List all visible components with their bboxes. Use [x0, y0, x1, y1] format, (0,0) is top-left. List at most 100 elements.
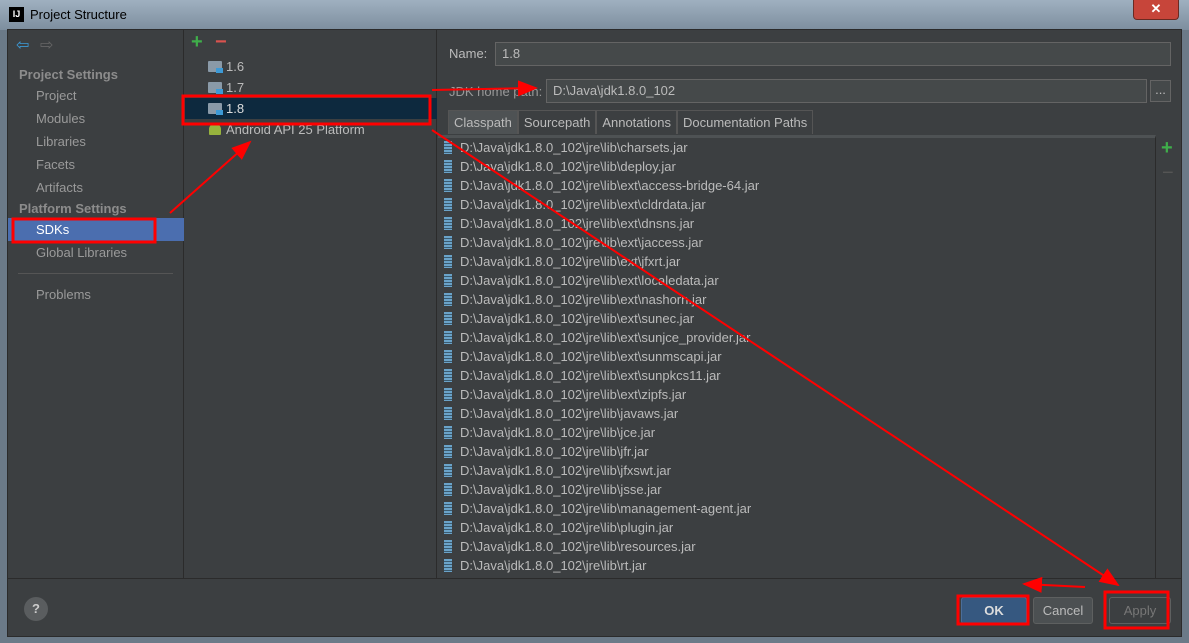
classpath-row[interactable]: D:\Java\jdk1.8.0_102\jre\lib\deploy.jar	[442, 157, 676, 176]
sidebar-item-problems[interactable]: Problems	[8, 283, 184, 306]
name-label: Name:	[449, 46, 488, 61]
sidebar: ⇦ ⇨ Project Settings Project Modules Lib…	[8, 30, 184, 578]
sdk-label: 1.6	[226, 59, 245, 74]
forward-arrow-icon[interactable]: ⇨	[40, 35, 53, 55]
classpath-path: D:\Java\jdk1.8.0_102\jre\lib\jce.jar	[460, 425, 656, 440]
classpath-row[interactable]: D:\Java\jdk1.8.0_102\jre\lib\ext\nashorn…	[442, 290, 706, 309]
tab-documentation-paths[interactable]: Documentation Paths	[676, 110, 814, 134]
sidebar-item-artifacts[interactable]: Artifacts	[8, 176, 184, 199]
classpath-path: D:\Java\jdk1.8.0_102\jre\lib\rt.jar	[460, 558, 647, 573]
sidebar-item-project[interactable]: Project	[8, 84, 184, 107]
remove-sdk-button[interactable]: −	[215, 31, 227, 54]
name-input[interactable]: 1.8	[495, 42, 1171, 66]
sdk-item[interactable]: 1.6	[185, 56, 437, 77]
tab-classpath[interactable]: Classpath	[448, 110, 518, 134]
sidebar-item-sdks[interactable]: SDKs	[8, 218, 184, 241]
classpath-row[interactable]: D:\Java\jdk1.8.0_102\jre\lib\charsets.ja…	[442, 138, 688, 157]
classpath-row[interactable]: D:\Java\jdk1.8.0_102\jre\lib\ext\sunec.j…	[442, 309, 694, 328]
platform-settings-heading: Platform Settings	[19, 201, 127, 216]
sdk-list-panel: + − 1.6 1.7 1.8 Android API 25 Platform	[185, 30, 437, 578]
sdk-item[interactable]: 1.7	[185, 77, 437, 98]
jar-icon	[444, 407, 452, 420]
jar-icon	[444, 559, 452, 572]
sidebar-item-facets[interactable]: Facets	[8, 153, 184, 176]
classpath-row[interactable]: D:\Java\jdk1.8.0_102\jre\lib\ext\dnsns.j…	[442, 214, 694, 233]
ok-button[interactable]: OK	[961, 597, 1027, 624]
dialog: ⇦ ⇨ Project Settings Project Modules Lib…	[7, 29, 1182, 637]
jar-icon	[444, 255, 452, 268]
classpath-row[interactable]: D:\Java\jdk1.8.0_102\jre\lib\resources.j…	[442, 537, 696, 556]
classpath-path: D:\Java\jdk1.8.0_102\jre\lib\charsets.ja…	[460, 140, 688, 155]
sdk-label: 1.7	[226, 80, 245, 95]
sdk-label: 1.8	[226, 101, 245, 116]
classpath-row[interactable]: D:\Java\jdk1.8.0_102\jre\lib\plugin.jar	[442, 518, 673, 537]
classpath-row[interactable]: D:\Java\jdk1.8.0_102\jre\lib\ext\sunjce_…	[442, 328, 751, 347]
classpath-row[interactable]: D:\Java\jdk1.8.0_102\jre\lib\ext\jaccess…	[442, 233, 703, 252]
tab-bar: Classpath Sourcepath Annotations Documen…	[448, 110, 814, 134]
sdk-label: Android API 25 Platform	[226, 122, 365, 137]
classpath-path: D:\Java\jdk1.8.0_102\jre\lib\resources.j…	[460, 539, 696, 554]
classpath-list[interactable]: D:\Java\jdk1.8.0_102\jre\lib\charsets.ja…	[438, 135, 1156, 578]
classpath-row[interactable]: D:\Java\jdk1.8.0_102\jre\lib\jfxswt.jar	[442, 461, 671, 480]
jar-icon	[444, 445, 452, 458]
classpath-path: D:\Java\jdk1.8.0_102\jre\lib\ext\sunpkcs…	[460, 368, 721, 383]
classpath-row[interactable]: D:\Java\jdk1.8.0_102\jre\lib\rt.jar	[442, 556, 646, 575]
classpath-path: D:\Java\jdk1.8.0_102\jre\lib\jfxswt.jar	[460, 463, 671, 478]
close-button[interactable]: ✕	[1133, 0, 1179, 20]
classpath-row[interactable]: D:\Java\jdk1.8.0_102\jre\lib\jce.jar	[442, 423, 655, 442]
jar-icon	[444, 502, 452, 515]
classpath-row[interactable]: D:\Java\jdk1.8.0_102\jre\lib\ext\zipfs.j…	[442, 385, 686, 404]
android-icon	[209, 124, 221, 135]
classpath-path: D:\Java\jdk1.8.0_102\jre\lib\ext\jfxrt.j…	[460, 254, 681, 269]
classpath-path: D:\Java\jdk1.8.0_102\jre\lib\jfr.jar	[460, 444, 649, 459]
jdk-folder-icon	[208, 82, 223, 94]
jar-icon	[444, 426, 452, 439]
classpath-path: D:\Java\jdk1.8.0_102\jre\lib\deploy.jar	[460, 159, 676, 174]
remove-path-button[interactable]: −	[1162, 162, 1174, 185]
classpath-path: D:\Java\jdk1.8.0_102\jre\lib\ext\zipfs.j…	[460, 387, 687, 402]
classpath-path: D:\Java\jdk1.8.0_102\jre\lib\ext\jaccess…	[460, 235, 703, 250]
title-bar: IJ Project Structure ✕	[0, 0, 1189, 30]
sidebar-item-modules[interactable]: Modules	[8, 107, 184, 130]
back-arrow-icon[interactable]: ⇦	[16, 35, 29, 55]
jar-icon	[444, 388, 452, 401]
classpath-path: D:\Java\jdk1.8.0_102\jre\lib\ext\cldrdat…	[460, 197, 706, 212]
jar-icon	[444, 464, 452, 477]
footer: ? OK Cancel Apply	[8, 578, 1182, 637]
classpath-row[interactable]: D:\Java\jdk1.8.0_102\jre\lib\ext\jfxrt.j…	[442, 252, 680, 271]
cancel-button[interactable]: Cancel	[1033, 597, 1093, 624]
jar-icon	[444, 483, 452, 496]
classpath-row[interactable]: D:\Java\jdk1.8.0_102\jre\lib\javaws.jar	[442, 404, 678, 423]
help-button[interactable]: ?	[24, 597, 48, 621]
sdk-item[interactable]: Android API 25 Platform	[185, 119, 437, 140]
classpath-row[interactable]: D:\Java\jdk1.8.0_102\jre\lib\jsse.jar	[442, 480, 662, 499]
sidebar-item-global-libraries[interactable]: Global Libraries	[8, 241, 184, 264]
browse-button[interactable]: ...	[1150, 80, 1171, 102]
jdk-home-path-input[interactable]: D:\Java\jdk1.8.0_102	[546, 79, 1147, 103]
classpath-path: D:\Java\jdk1.8.0_102\jre\lib\ext\sunmsca…	[460, 349, 722, 364]
sidebar-item-libraries[interactable]: Libraries	[8, 130, 184, 153]
classpath-row[interactable]: D:\Java\jdk1.8.0_102\jre\lib\ext\cldrdat…	[442, 195, 706, 214]
classpath-path: D:\Java\jdk1.8.0_102\jre\lib\plugin.jar	[460, 520, 674, 535]
classpath-row[interactable]: D:\Java\jdk1.8.0_102\jre\lib\jfr.jar	[442, 442, 649, 461]
classpath-path: D:\Java\jdk1.8.0_102\jre\lib\ext\sunec.j…	[460, 311, 695, 326]
classpath-path: D:\Java\jdk1.8.0_102\jre\lib\ext\localed…	[460, 273, 719, 288]
tab-annotations[interactable]: Annotations	[596, 110, 677, 134]
add-sdk-button[interactable]: +	[191, 31, 203, 54]
sdk-item-selected[interactable]: 1.8	[185, 98, 437, 119]
apply-button[interactable]: Apply	[1109, 597, 1171, 624]
jar-icon	[444, 540, 452, 553]
classpath-row[interactable]: D:\Java\jdk1.8.0_102\jre\lib\ext\localed…	[442, 271, 719, 290]
classpath-row[interactable]: D:\Java\jdk1.8.0_102\jre\lib\ext\access-…	[442, 176, 759, 195]
jar-icon	[444, 179, 452, 192]
classpath-row[interactable]: D:\Java\jdk1.8.0_102\jre\lib\ext\sunmsca…	[442, 347, 722, 366]
jar-icon	[444, 141, 452, 154]
jar-icon	[444, 236, 452, 249]
jdk-folder-icon	[208, 103, 223, 115]
jar-icon	[444, 274, 452, 287]
classpath-row[interactable]: D:\Java\jdk1.8.0_102\jre\lib\management-…	[442, 499, 751, 518]
add-path-button[interactable]: +	[1161, 137, 1173, 160]
jar-icon	[444, 369, 452, 382]
tab-sourcepath[interactable]: Sourcepath	[517, 110, 597, 134]
classpath-row[interactable]: D:\Java\jdk1.8.0_102\jre\lib\ext\sunpkcs…	[442, 366, 721, 385]
